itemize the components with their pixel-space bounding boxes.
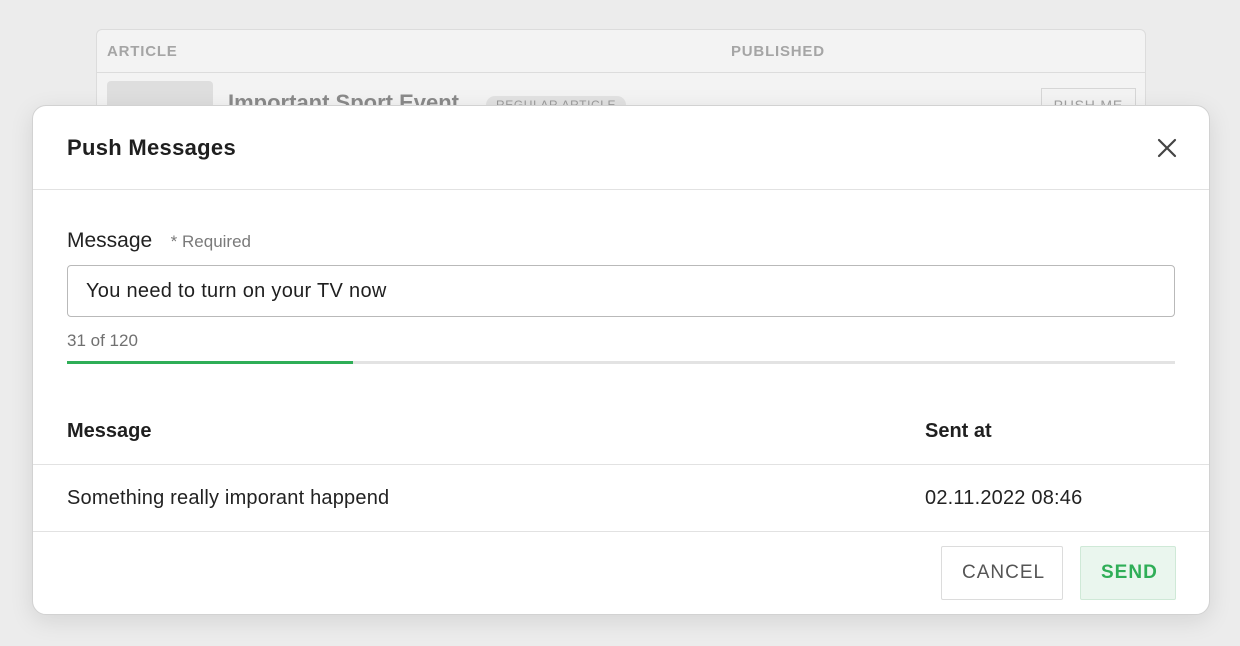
column-message: Message	[67, 420, 152, 442]
row-message: Something really imporant happend	[67, 487, 390, 509]
message-input[interactable]	[67, 265, 1175, 317]
message-field-label-row: Message * Required	[67, 229, 251, 253]
row-sent-at: 02.11.2022 08:46	[925, 487, 1083, 509]
sent-messages-table-header: Message Sent at	[33, 398, 1209, 465]
character-progress-fill	[67, 361, 354, 364]
column-published: PUBLISHED	[731, 43, 825, 60]
dialog-header: Push Messages	[33, 106, 1209, 190]
dialog-title: Push Messages	[67, 135, 236, 160]
character-progress-bar	[67, 361, 1175, 364]
send-button[interactable]: SEND	[1080, 546, 1176, 600]
message-field-label: Message	[67, 229, 153, 252]
required-indicator: * Required	[170, 232, 251, 251]
background-table-header: ARTICLE PUBLISHED	[97, 30, 1145, 73]
column-sent-at: Sent at	[925, 420, 992, 442]
column-article: ARTICLE	[107, 43, 178, 60]
push-messages-dialog: Push Messages Message * Required 31 of 1…	[32, 105, 1210, 615]
close-icon	[1157, 138, 1177, 158]
cancel-button[interactable]: CANCEL	[941, 546, 1063, 600]
close-button[interactable]	[1153, 134, 1181, 162]
character-counter: 31 of 120	[67, 331, 138, 350]
table-row: Something really imporant happend 02.11.…	[33, 465, 1209, 532]
